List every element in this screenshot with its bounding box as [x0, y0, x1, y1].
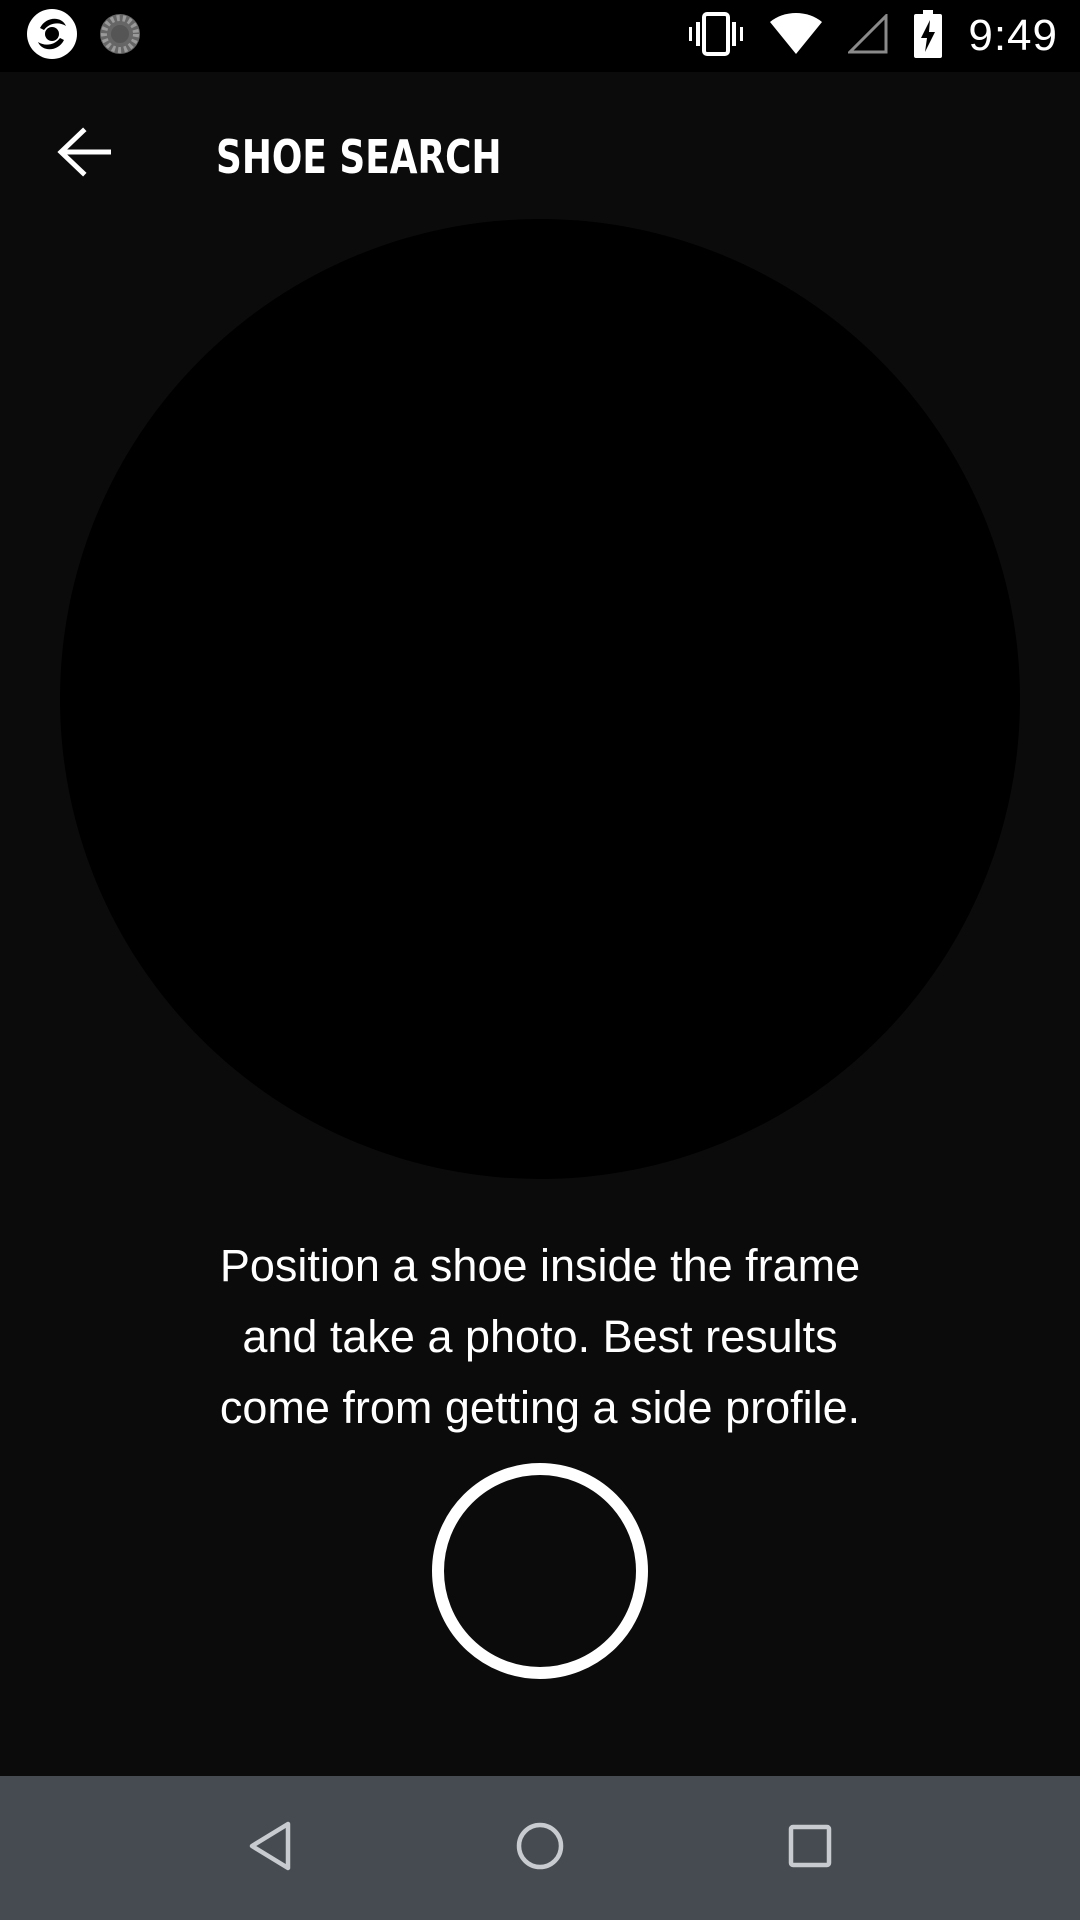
camera-viewfinder-frame	[60, 219, 1020, 1179]
nav-home-button[interactable]	[498, 1806, 582, 1890]
instructions-line: Position a shoe inside the frame	[219, 1240, 861, 1291]
page-title: SHOE SEARCH	[216, 130, 502, 184]
cell-signal-icon	[846, 11, 888, 59]
nav-recents-button[interactable]	[768, 1806, 852, 1890]
vibrate-icon	[688, 10, 744, 63]
status-bar: 9:49	[0, 0, 1080, 72]
nav-back-icon	[246, 1820, 294, 1877]
nav-recents-icon	[788, 1824, 832, 1873]
loading-spinner-icon	[98, 12, 142, 61]
instructions-text: Position a shoe inside the frame and tak…	[140, 1230, 940, 1443]
nav-back-button[interactable]	[228, 1806, 312, 1890]
instructions-line: come from getting a side profile.	[219, 1382, 861, 1433]
arrow-back-icon	[57, 126, 112, 182]
shoe-search-screen: 9:49 SHOE SEARCH Position a shoe inside …	[0, 0, 1080, 1920]
instructions-line: and take a photo. Best results	[242, 1311, 838, 1362]
wifi-icon	[770, 12, 823, 61]
status-time: 9:49	[968, 11, 1058, 60]
app-bar: SHOE SEARCH	[0, 72, 1080, 242]
app-logo-icon	[26, 8, 78, 65]
navigation-bar	[0, 1776, 1080, 1920]
shutter-button[interactable]	[432, 1463, 648, 1679]
nav-home-icon	[515, 1821, 565, 1876]
battery-charging-icon	[914, 9, 943, 63]
back-button[interactable]	[42, 122, 126, 186]
